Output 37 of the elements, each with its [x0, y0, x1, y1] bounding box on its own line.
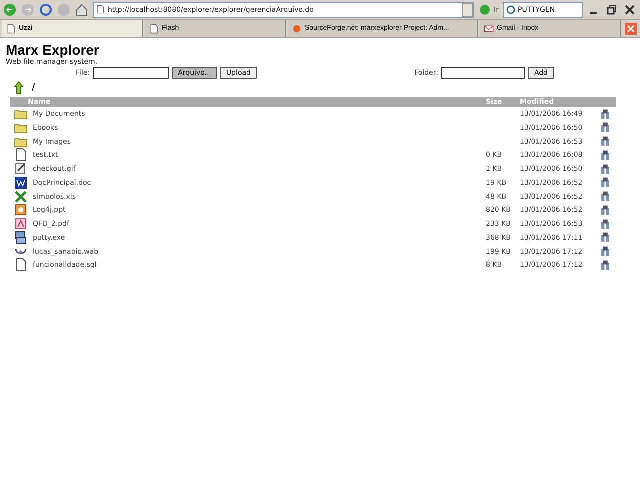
restore-icon[interactable]: [605, 2, 619, 16]
file-icon: [14, 203, 28, 218]
file-icon: [14, 258, 28, 272]
close-tab-icon[interactable]: [624, 22, 638, 36]
file-icon: [14, 190, 28, 204]
file-icon: [14, 148, 28, 162]
binoculars-icon[interactable]: [600, 218, 611, 230]
binoculars-icon[interactable]: [600, 136, 611, 147]
file-icon: [14, 162, 28, 176]
binoculars-icon[interactable]: [600, 164, 611, 174]
file-icon: [14, 217, 28, 231]
page-icon: [96, 5, 105, 14]
page-icon: [149, 24, 159, 34]
file-input[interactable]: [93, 67, 170, 79]
close-icon[interactable]: [623, 2, 637, 16]
site-icon: [292, 24, 302, 34]
folder-input[interactable]: [441, 67, 526, 79]
back-icon[interactable]: [3, 2, 17, 16]
file-icon: [14, 230, 28, 245]
binoculars-icon[interactable]: [600, 232, 611, 244]
mail-icon: [484, 24, 494, 34]
binoculars-icon[interactable]: [600, 204, 611, 216]
binoculars-icon[interactable]: [600, 260, 611, 271]
binoculars-icon[interactable]: [600, 191, 611, 202]
page-icon: [6, 24, 16, 34]
binoculars-icon[interactable]: [600, 150, 611, 161]
up-arrow-icon[interactable]: [12, 81, 26, 95]
refresh-icon[interactable]: [39, 2, 53, 16]
binoculars-icon[interactable]: [600, 177, 611, 188]
search-icon: [506, 4, 516, 14]
home-icon[interactable]: [75, 2, 89, 16]
file-icon: [14, 176, 28, 190]
binoculars-icon[interactable]: [600, 108, 611, 120]
binoculars-icon[interactable]: [600, 122, 611, 134]
app-title: Marx Explorer: [6, 42, 100, 58]
current-path: /: [32, 83, 36, 93]
binoculars-icon[interactable]: [600, 246, 611, 257]
